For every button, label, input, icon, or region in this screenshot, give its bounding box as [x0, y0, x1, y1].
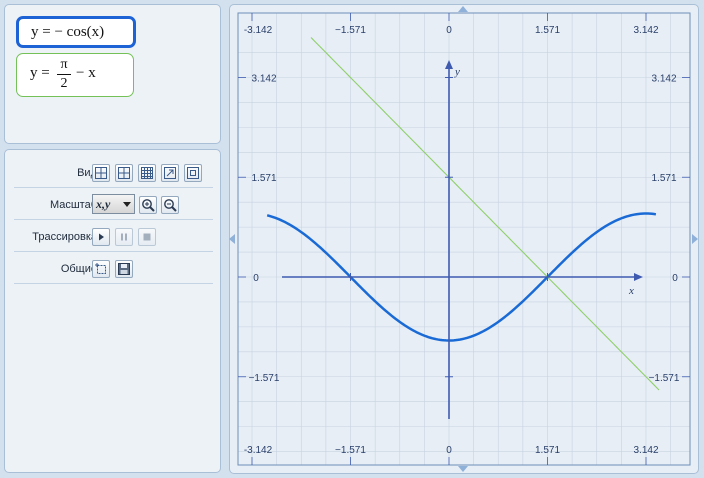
graph-canvas[interactable]: -3.142 -3.142 −1.571 −1.571 0 0 1.571 1.571 3.14…: [230, 5, 700, 475]
y-tick-label-left: 0: [253, 273, 259, 284]
expand-view-button[interactable]: [161, 164, 179, 182]
y-tick-label-left: 3.142: [251, 73, 276, 84]
formula-linear[interactable]: y = π 2 − x: [16, 53, 134, 97]
x-tick-label-top: -3.142: [244, 25, 273, 36]
x-tick-label-bottom: −1.571: [335, 445, 366, 456]
grid-2x2-icon: [118, 167, 130, 179]
copy-image-button[interactable]: [92, 260, 110, 278]
tick-labels: -3.142 -3.142 −1.571 −1.571 0 0 1.571 1.571 3.14…: [244, 25, 680, 456]
zoom-in-button[interactable]: [139, 196, 157, 214]
pan-left-arrow-icon[interactable]: [229, 234, 235, 244]
zoom-out-icon: [164, 199, 177, 212]
graph-area[interactable]: -3.142 -3.142 −1.571 −1.571 0 0 1.571 1.571 3.14…: [229, 4, 699, 474]
x-tick-label-bottom: 0: [446, 445, 452, 456]
y-axis-arrow: [445, 60, 453, 69]
formula-2-numerator: π: [57, 56, 71, 75]
scale-label: Масштаб: [49, 199, 97, 211]
trace-row: Трассировка: [14, 222, 213, 252]
x-tick-label-bottom: 3.142: [633, 445, 658, 456]
scale-row: Масштаб x,y: [14, 190, 213, 220]
x-tick-label-top: 0: [446, 25, 452, 36]
controls-panel: Вид Масштаб x,y Трассировка Общие: [4, 149, 221, 473]
formula-panel: y = − cos(x) y = π 2 − x: [4, 4, 221, 144]
crosshair-grid-icon: [95, 167, 107, 179]
expand-arrow-icon: [164, 167, 176, 179]
y-tick-label-right: 1.571: [651, 173, 676, 184]
pan-right-arrow-icon[interactable]: [692, 234, 698, 244]
fine-grid-button[interactable]: [138, 164, 156, 182]
x-tick-label-top: −1.571: [335, 25, 366, 36]
zoom-out-button[interactable]: [161, 196, 179, 214]
formula-2-rest: − x: [76, 65, 96, 81]
y-tick-label-right: −1.571: [649, 373, 680, 384]
x-tick-label-top: 3.142: [633, 25, 658, 36]
formula-neg-cos[interactable]: y = − cos(x): [16, 16, 136, 48]
x-tick-label-bottom: 1.571: [535, 445, 560, 456]
scale-axis-value: x,y: [96, 197, 111, 211]
fit-view-icon: [187, 167, 199, 179]
series-linear-line: [310, 37, 660, 391]
fine-grid-icon: [141, 167, 153, 179]
grid-2x2-button[interactable]: [115, 164, 133, 182]
y-tick-label-left: −1.571: [249, 373, 280, 384]
x-axis-arrow: [634, 273, 643, 281]
trace-pause-button[interactable]: [115, 228, 133, 246]
view-row: Вид: [14, 158, 213, 188]
formula-2-denominator: 2: [60, 76, 68, 91]
y-tick-label-left: 1.571: [251, 173, 276, 184]
floppy-disk-icon: [118, 263, 130, 275]
formula-1-rhs: − cos(x): [54, 24, 105, 40]
trace-label: Трассировка: [32, 231, 97, 243]
scale-axis-select[interactable]: x,y: [92, 194, 135, 214]
stop-icon: [143, 233, 151, 241]
grid-lines: [237, 12, 691, 466]
play-icon: [99, 233, 104, 241]
pause-icon: [121, 233, 127, 241]
trace-play-button[interactable]: [92, 228, 110, 246]
x-tick-label-top: 1.571: [535, 25, 560, 36]
y-tick-label-right: 0: [672, 273, 678, 284]
y-axis-name: y: [454, 66, 460, 78]
formula-1-lhs: y =: [31, 24, 55, 40]
y-tick-label-right: 3.142: [651, 73, 676, 84]
save-button[interactable]: [115, 260, 133, 278]
x-axis-name: x: [628, 285, 634, 297]
pan-up-arrow-icon[interactable]: [458, 6, 468, 12]
formula-2-lhs: y =: [30, 65, 50, 81]
axes: [238, 13, 690, 465]
crosshair-grid-button[interactable]: [92, 164, 110, 182]
x-tick-label-bottom: -3.142: [244, 445, 273, 456]
zoom-in-icon: [142, 199, 155, 212]
chevron-down-icon: [123, 202, 131, 207]
formula-2-fraction: π 2: [57, 56, 71, 93]
general-row: Общие: [14, 254, 213, 284]
copy-image-icon: [95, 263, 106, 274]
pan-down-arrow-icon[interactable]: [458, 466, 468, 472]
plot-frame: [237, 12, 691, 466]
fit-view-button[interactable]: [184, 164, 202, 182]
trace-stop-button[interactable]: [138, 228, 156, 246]
